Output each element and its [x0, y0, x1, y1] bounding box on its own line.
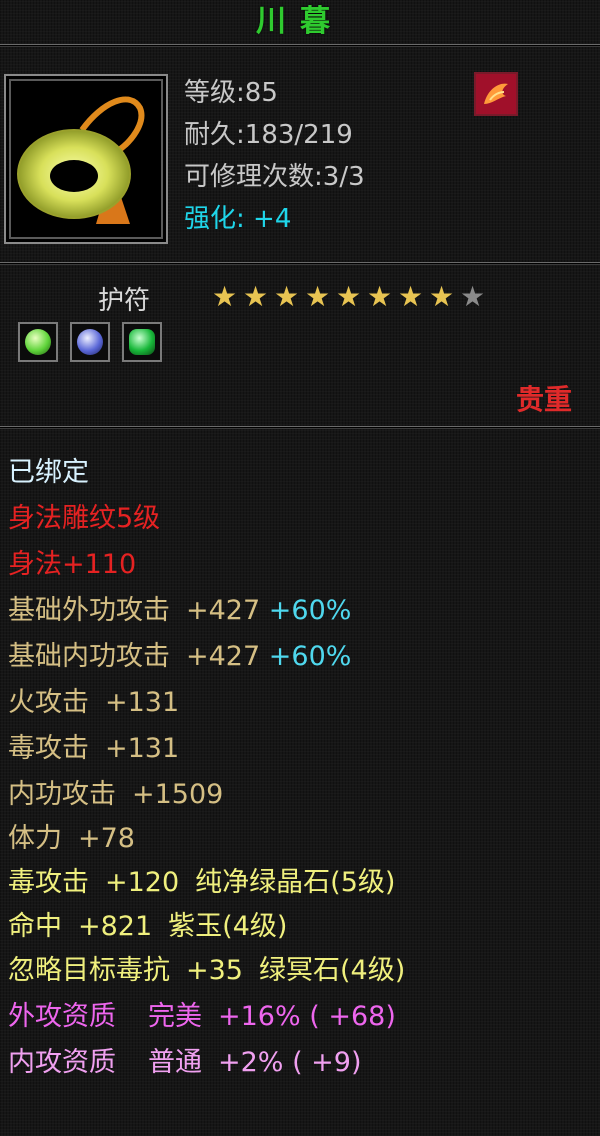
rarity-label: 贵重 [515, 383, 572, 416]
item-type: 护符 [98, 286, 151, 316]
level-stat: 等级:85 [184, 78, 278, 108]
attr-value: +427 [186, 595, 261, 626]
aptitude-value: +2% [218, 1047, 284, 1078]
attr-value: +821 [78, 911, 153, 942]
emerald-gem-icon [129, 329, 155, 355]
gem-name: 紫玉(4级) [168, 911, 288, 942]
attr-row-5: 内功攻击 +1509 [8, 778, 223, 812]
repair-stat: 可修理次数:3/3 [184, 162, 365, 192]
level-value: 85 [244, 78, 278, 108]
durability-value: 183/219 [244, 120, 353, 150]
aptitude-value: +16% [218, 1001, 301, 1032]
attr-value: +1509 [132, 779, 224, 810]
star-filled-icon: ★ [429, 280, 455, 313]
attr-row-2: 基础内功攻击 +427 +60% [8, 640, 351, 674]
attr-percent: +60% [268, 641, 352, 672]
divider-bottom [0, 426, 600, 429]
attr-value: +427 [186, 641, 261, 672]
star-empty-icon: ★ [460, 280, 486, 313]
aptitude-bonus: ( +9) [292, 1047, 362, 1078]
aptitude-label: 内攻资质 [8, 1047, 116, 1078]
attr-label: 火攻击 [8, 687, 89, 718]
gem-name: 纯净绿晶石(5级) [195, 867, 396, 898]
attr-percent: +60% [268, 595, 352, 626]
star-filled-icon: ★ [398, 280, 424, 313]
attr-label: 体力 [8, 823, 62, 854]
attr-value: +131 [105, 687, 180, 718]
green-gem-icon [25, 329, 51, 355]
gem-attr-row-2: 命中 +821 紫玉(4级) [8, 910, 287, 944]
bound-status: 已绑定 [8, 457, 89, 488]
gem-attr-row-3: 忽略目标毒抗 +35 绿冥石(4级) [8, 954, 405, 988]
divider-mid [0, 262, 600, 265]
star-filled-icon: ★ [274, 280, 300, 313]
divider-top [0, 44, 600, 47]
attr-label: 基础内功攻击 [8, 641, 170, 672]
gem-attr-row-1: 毒攻击 +120 纯净绿晶石(5级) [8, 866, 395, 900]
socket-gem-3 [122, 322, 162, 362]
enhance-stat: 强化: +4 [184, 204, 292, 234]
aptitude-row-2: 内攻资质 普通 +2% ( +9) [8, 1046, 362, 1080]
attr-value: +120 [105, 867, 180, 898]
engraving-attr: 身法雕纹5级 [8, 503, 161, 534]
aptitude-grade: 普通 [148, 1047, 202, 1078]
repair-label: 可修理次数 [184, 162, 315, 192]
durability-label: 耐久 [184, 120, 237, 150]
item-tooltip-panel: 川暮 等级:85 耐久:183/219 可修理次数:3/3 强化: +4 护符 … [0, 0, 600, 1136]
attr-label: 内功攻击 [8, 779, 116, 810]
star-filled-icon: ★ [243, 280, 269, 313]
agility-attr: 身法+110 [8, 549, 137, 580]
attr-value: +78 [78, 823, 135, 854]
aptitude-grade: 完美 [148, 1001, 202, 1032]
attr-row-6: 体力 +78 [8, 822, 135, 856]
attr-value: +35 [186, 955, 243, 986]
attr-row-4: 毒攻击 +131 [8, 732, 179, 766]
socket-gem-2 [70, 322, 110, 362]
star-filled-icon: ★ [367, 280, 393, 313]
star-filled-icon: ★ [305, 280, 331, 313]
attr-label: 毒攻击 [8, 867, 89, 898]
gem-name: 绿冥石(4级) [258, 955, 406, 986]
level-label: 等级 [184, 78, 237, 108]
aptitude-label: 外攻资质 [8, 1001, 116, 1032]
attr-value: +131 [105, 733, 180, 764]
item-icon-frame [4, 74, 168, 244]
attr-row-3: 火攻击 +131 [8, 686, 179, 720]
item-name: 川暮 [256, 4, 344, 39]
enhance-value: +4 [253, 204, 292, 234]
durability-stat: 耐久:183/219 [184, 120, 353, 150]
attr-row-1: 基础外功攻击 +427 +60% [8, 594, 351, 628]
attr-label: 毒攻击 [8, 733, 89, 764]
attr-label: 忽略目标毒抗 [8, 955, 170, 986]
star-filled-icon: ★ [336, 280, 362, 313]
aptitude-row-1: 外攻资质 完美 +16% ( +68) [8, 1000, 396, 1034]
jade-ring-amulet-icon [17, 96, 145, 224]
socket-gem-1 [18, 322, 58, 362]
repair-value: 3/3 [322, 162, 365, 192]
enhance-label: 强化 [184, 204, 237, 234]
attr-label: 基础外功攻击 [8, 595, 170, 626]
attr-label: 命中 [8, 911, 62, 942]
phoenix-icon [484, 83, 508, 104]
binding-badge-icon [474, 72, 518, 116]
star-filled-icon: ★ [212, 280, 238, 313]
aptitude-bonus: ( +68) [309, 1001, 396, 1032]
blue-gem-icon [77, 329, 103, 355]
